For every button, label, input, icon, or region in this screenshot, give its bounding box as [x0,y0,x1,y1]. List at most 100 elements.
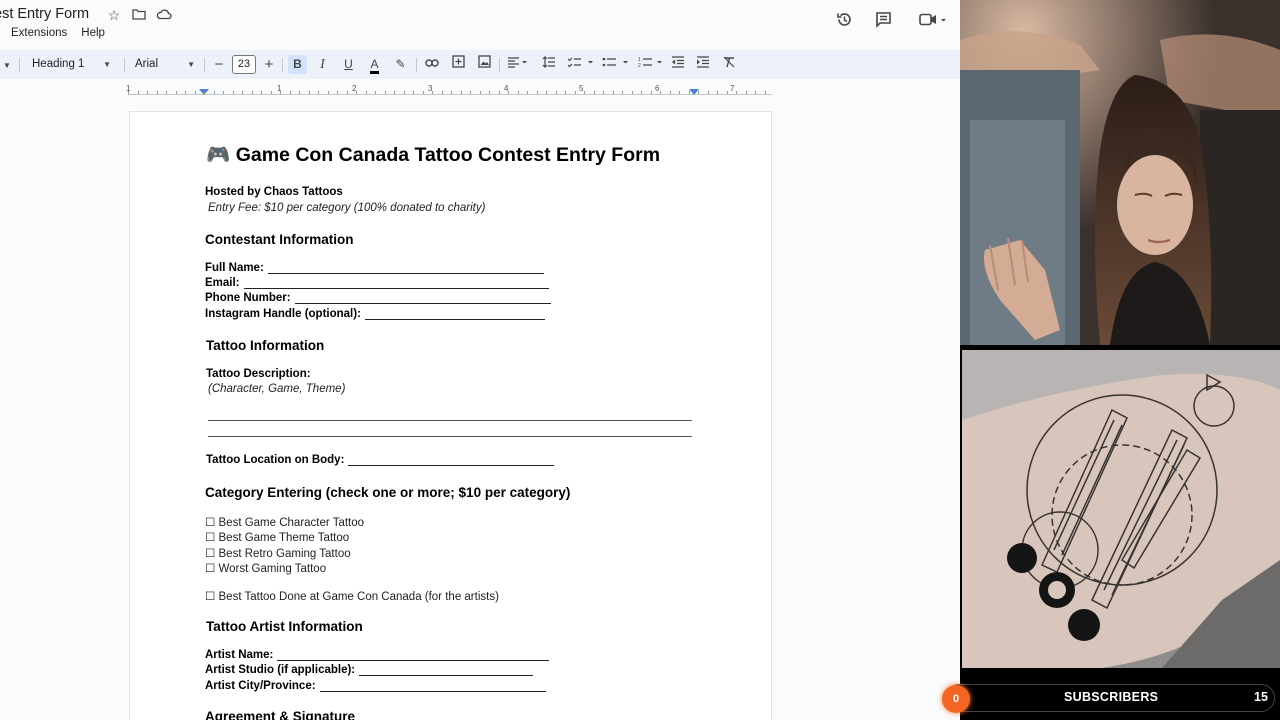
tattoo-location-label: Tattoo Location on Body: [206,454,345,466]
email-label: Email: [205,277,240,289]
increase-indent-icon[interactable] [694,55,712,74]
ruler-tick [232,91,234,94]
ruler-tick [555,91,557,94]
instagram-field: Instagram Handle (optional): [205,308,545,320]
ruler-tick [213,91,215,94]
document-heading-text: Game Con Canada Tattoo Contest Entry For… [235,144,661,166]
font-family-select[interactable]: Arial ▼ [135,55,197,74]
ruler-tick [318,91,319,94]
italic-button[interactable]: I [314,55,331,74]
ruler-tick [565,91,566,94]
bold-button[interactable]: B [288,55,307,74]
clear-formatting-icon[interactable] [720,55,738,74]
ruler-tick [650,91,652,94]
ruler-tick [251,91,253,94]
ruler-tick [422,91,424,94]
ruler-tick [622,91,623,94]
meet-video-icon[interactable] [914,11,950,31]
ruler-tick [698,91,699,94]
insert-image-icon[interactable] [475,55,493,74]
tattoo-info-heading: Tattoo Information [206,338,325,353]
artist-name-label: Artist Name: [205,649,274,661]
ruler-number: 7 [730,84,735,93]
highlight-pen-icon[interactable]: ✎ [392,55,409,74]
ruler[interactable]: 1 1 2 3 4 5 6 7 [126,84,772,98]
font-size-input[interactable]: 23 [232,55,256,74]
decrease-font-size-button[interactable]: − [212,55,226,74]
checklist-icon[interactable] [566,55,596,74]
insert-link-icon[interactable] [423,55,441,74]
ruler-tick [327,91,329,94]
ruler-number: 6 [655,84,660,93]
document-page[interactable]: 🎮 Game Con Canada Tattoo Contest Entry F… [129,111,772,720]
formatting-toolbar: ▼ Heading 1 ▼ Arial ▼ − 23 + B I U A ✎ 1… [0,50,960,79]
artist-city-label: Artist City/Province: [205,680,316,692]
paragraph-style-select[interactable]: Heading 1 ▼ [32,55,117,74]
svg-text:2: 2 [638,63,641,68]
artist-category-option[interactable]: ☐ Best Tattoo Done at Game Con Canada (f… [205,589,499,603]
ruler-tick [280,91,281,94]
agreement-heading: Agreement & Signature [205,709,356,720]
category-option[interactable]: ☐ Best Game Theme Tattoo [205,530,349,544]
email-field: Email: [205,277,549,289]
decrease-indent-icon[interactable] [669,55,687,74]
artist-studio-label: Artist Studio (if applicable): [205,664,356,676]
tattoo-description-hint: (Character, Game, Theme) [208,383,346,395]
menu-help[interactable]: Help [81,27,105,39]
subscriber-count-badge: 0 [942,685,970,713]
numbered-list-icon[interactable]: 12 [637,55,667,74]
increase-font-size-button[interactable]: + [262,55,276,74]
add-comment-icon[interactable] [449,55,467,74]
google-docs-window: est Entry Form ☆ Extensions Help ▼ Headi… [0,0,960,720]
full-name-field: Full Name: [205,262,544,274]
ruler-tick [346,91,348,94]
category-option[interactable]: ☐ Best Game Character Tattoo [205,515,364,529]
star-icon[interactable]: ☆ [106,7,122,23]
ruler-tick [612,91,614,94]
ruler-tick [679,91,680,94]
contestant-heading: Contestant Information [205,232,354,247]
ruler-tick [137,91,139,94]
ruler-tick [593,91,595,94]
tattoo-camera-feed [962,350,1280,668]
menu-bar: Extensions Help [11,27,105,39]
version-history-icon[interactable] [833,11,855,31]
ruler-tick [375,91,376,94]
ruler-tick [384,91,386,94]
category-option[interactable]: ☐ Worst Gaming Tattoo [205,561,326,575]
category-option[interactable]: ☐ Best Retro Gaming Tattoo [205,546,351,560]
ruler-tick [299,91,300,94]
ruler-tick [308,91,310,94]
gamepad-icon: 🎮 [206,144,231,166]
ruler-tick [479,91,481,94]
chevron-down-icon[interactable]: ▼ [2,55,12,74]
move-folder-icon[interactable] [131,7,147,23]
cloud-saved-icon[interactable] [156,7,172,23]
bulleted-list-icon[interactable] [601,55,631,74]
description-line [208,420,692,421]
ruler-tick [432,91,433,94]
ruler-tick [660,91,661,94]
ruler-tick [413,91,414,94]
ruler-tick [194,91,196,94]
underline-button[interactable]: U [340,55,357,74]
paragraph-style-value: Heading 1 [32,58,85,70]
comments-icon[interactable] [872,11,894,31]
ruler-tick [736,91,737,94]
ruler-tick [489,91,490,94]
ruler-tick [394,91,395,94]
instagram-label: Instagram Handle (optional): [205,308,361,320]
hosted-by-text: Hosted by Chaos Tattoos [205,186,343,198]
text-color-button[interactable]: A [366,55,383,74]
align-left-icon[interactable] [506,55,530,74]
ruler-tick [517,91,519,94]
ruler-tick [441,91,443,94]
tattoo-location-field: Tattoo Location on Body: [206,454,555,466]
ruler-tick [451,91,452,94]
ruler-tick [185,91,186,94]
document-title[interactable]: est Entry Form [0,6,89,22]
ruler-tick [470,91,471,94]
tattoo-description-label: Tattoo Description: [206,368,311,380]
menu-extensions[interactable]: Extensions [11,27,67,39]
line-spacing-icon[interactable] [540,55,558,74]
